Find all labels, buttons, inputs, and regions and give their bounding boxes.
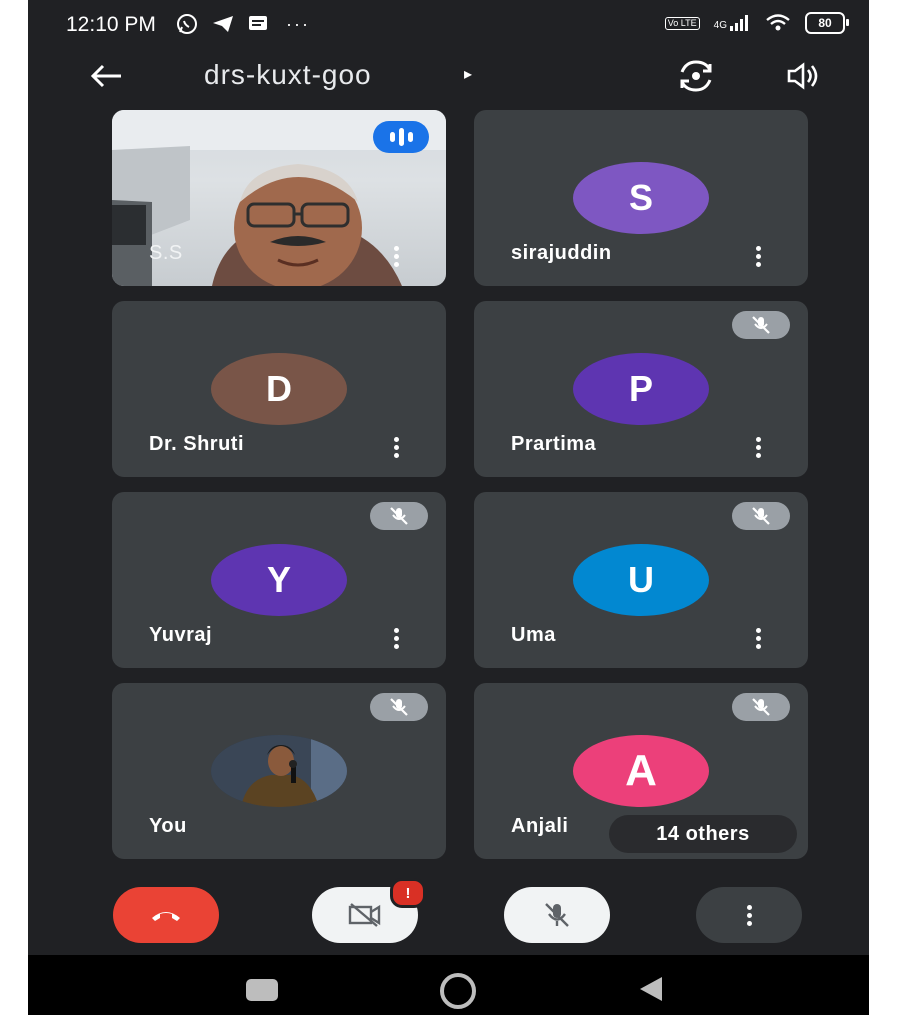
- avatar-initial: U: [628, 559, 654, 600]
- more-notifications: ···: [286, 13, 310, 34]
- wifi-icon: [766, 14, 790, 31]
- avatar: P: [573, 353, 709, 425]
- avatar: Y: [211, 544, 347, 616]
- participant-name: Dr. Shruti: [149, 433, 245, 455]
- battery-icon: 80: [805, 12, 849, 34]
- phone-hangup-icon: [152, 912, 180, 921]
- signal-bars-icon: [730, 15, 748, 31]
- mic-toggle-button[interactable]: [504, 887, 610, 943]
- participant-tile-s-s[interactable]: S.S: [112, 110, 446, 286]
- speaking-indicator-icon: [373, 121, 429, 153]
- status-time: 12:10 PM: [66, 13, 156, 36]
- home-button[interactable]: [440, 973, 476, 1009]
- participant-name: S.S: [149, 242, 183, 264]
- end-call-button[interactable]: [113, 887, 219, 943]
- meeting-code[interactable]: drs-kuxt-goo: [204, 59, 372, 91]
- avatar-initial: P: [628, 368, 653, 409]
- mic-off-icon: [732, 502, 790, 530]
- camera-alert-badge: !: [390, 878, 426, 908]
- whatsapp-icon: [177, 14, 197, 34]
- participant-tile-you[interactable]: You: [112, 683, 446, 859]
- participant-menu-button[interactable]: [386, 625, 406, 651]
- others-count-button[interactable]: 14 others: [609, 815, 797, 853]
- participant-menu-button[interactable]: [748, 434, 768, 460]
- avatar: D: [211, 353, 347, 425]
- network-type: 4G: [713, 20, 727, 31]
- mic-off-icon: [370, 502, 428, 530]
- participant-tile-anjali[interactable]: A Anjali 14 others: [474, 683, 808, 859]
- notification-icons: ···: [176, 13, 310, 35]
- profile-photo: [211, 735, 347, 807]
- meet-app-screen: 12:10 PM ··· Vo LTE 4G 80 drs-kuxt-goo ▸…: [28, 0, 869, 1015]
- mic-off-icon: [732, 693, 790, 721]
- avatar-initial: S: [628, 177, 653, 218]
- arrow-left-icon: [90, 64, 121, 88]
- participant-menu-button[interactable]: [748, 625, 768, 651]
- participant-tile-dr-shruti[interactable]: D Dr. Shruti: [112, 301, 446, 477]
- nav-back-button[interactable]: [640, 977, 662, 1001]
- avatar: A: [573, 735, 709, 807]
- participant-menu-button[interactable]: [386, 243, 406, 269]
- switch-camera-icon: [680, 60, 712, 92]
- participant-tile-prartima[interactable]: P Prartima: [474, 301, 808, 477]
- speaker-icon: [787, 62, 818, 90]
- participant-name: sirajuddin: [511, 242, 612, 264]
- participant-name: Anjali: [511, 815, 569, 837]
- back-button[interactable]: [86, 58, 126, 94]
- avatar: S: [573, 162, 709, 234]
- participant-tile-sirajuddin[interactable]: S sirajuddin: [474, 110, 808, 286]
- video-off-icon: [348, 903, 381, 927]
- participant-menu-button[interactable]: [748, 243, 768, 269]
- switch-camera-button[interactable]: [674, 56, 718, 96]
- system-icons: Vo LTE 4G 80: [664, 12, 849, 34]
- avatar: U: [573, 544, 709, 616]
- volte-icon: Vo LTE: [664, 16, 700, 30]
- status-bar: 12:10 PM ··· Vo LTE 4G 80: [28, 0, 869, 50]
- avatar-initial: Y: [266, 559, 291, 600]
- signal-icon: 4G: [714, 15, 751, 31]
- participant-name: Yuvraj: [149, 624, 213, 646]
- avatar-initial: D: [266, 368, 292, 409]
- participant-name: Uma: [511, 624, 556, 646]
- participant-name: You: [149, 815, 187, 837]
- mic-off-icon: [370, 693, 428, 721]
- system-nav-bar: [28, 955, 869, 1015]
- more-vert-icon: [746, 904, 752, 926]
- user-photo-avatar: [211, 735, 347, 807]
- participant-tile-uma[interactable]: U Uma: [474, 492, 808, 668]
- recents-button[interactable]: [246, 979, 278, 1001]
- audio-output-button[interactable]: [781, 56, 825, 96]
- participant-tile-yuvraj[interactable]: Y Yuvraj: [112, 492, 446, 668]
- meeting-header: drs-kuxt-goo ▸: [28, 50, 869, 100]
- mic-off-icon: [545, 903, 569, 927]
- caret-right-icon[interactable]: ▸: [464, 64, 472, 84]
- mic-off-icon: [732, 311, 790, 339]
- more-options-button[interactable]: [696, 887, 802, 943]
- message-icon: [249, 16, 267, 30]
- telegram-icon: [213, 16, 233, 32]
- avatar-initial: A: [625, 746, 657, 795]
- participant-name: Prartima: [511, 433, 597, 455]
- participant-menu-button[interactable]: [386, 434, 406, 460]
